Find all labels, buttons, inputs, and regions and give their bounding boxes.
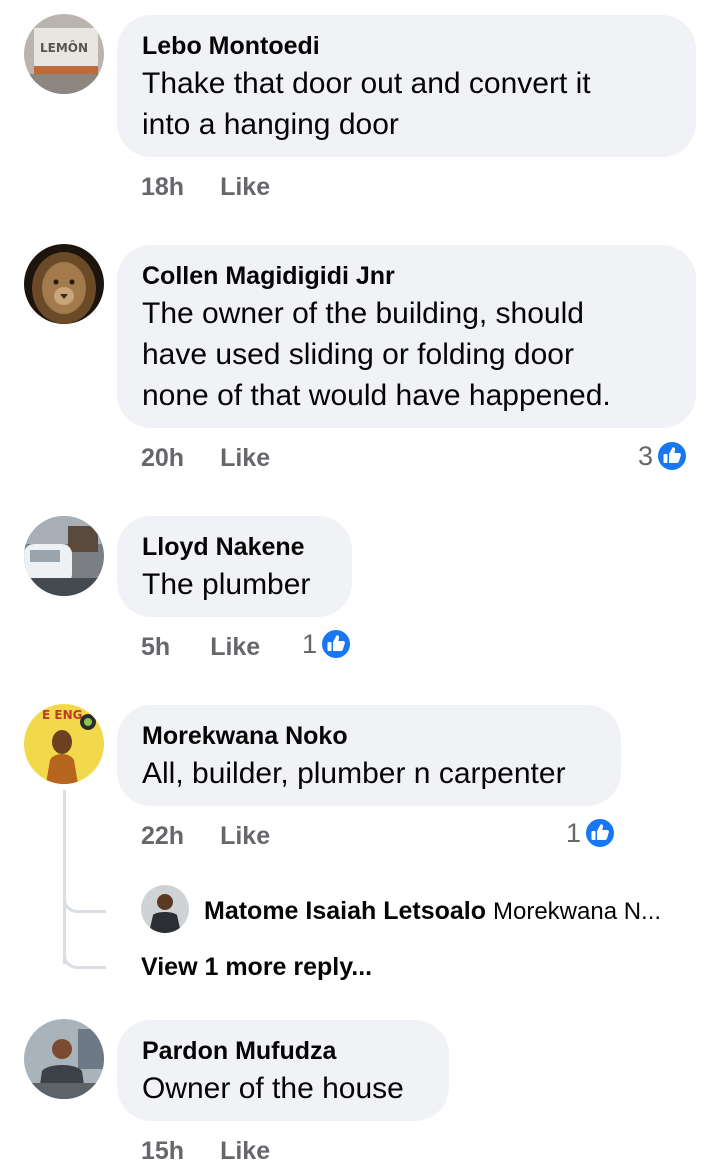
like-button[interactable]: Like xyxy=(220,444,270,472)
reply-thread-branch xyxy=(63,936,106,969)
comment-bubble: Collen Magidigidi Jnr The owner of the b… xyxy=(117,245,696,428)
comment-timestamp[interactable]: 5h xyxy=(141,633,170,661)
reaction-count[interactable]: 3 xyxy=(638,440,689,472)
comment-text-line: into a hanging door xyxy=(142,108,399,141)
comment-meta: 5h Like xyxy=(141,632,260,662)
like-button[interactable]: Like xyxy=(210,633,260,661)
avatar-person-desk-image xyxy=(24,1019,104,1099)
reply-thread-branch xyxy=(63,880,106,913)
comment-bubble: Morekwana Noko All, builder, plumber n c… xyxy=(117,705,621,806)
avatar[interactable] xyxy=(24,516,104,596)
comment-meta: 20h Like xyxy=(141,443,270,473)
comment-author[interactable]: Lebo Montoedi xyxy=(142,29,671,63)
comment-author[interactable]: Morekwana Noko xyxy=(142,719,596,753)
reply-avatar[interactable] xyxy=(141,885,189,933)
view-more-replies-link[interactable]: View 1 more reply... xyxy=(141,951,372,983)
comment-text-line: The owner of the building, should xyxy=(142,297,584,330)
avatar-person-image xyxy=(141,885,189,933)
thumbs-up-reaction-icon xyxy=(656,440,689,472)
thumbs-up-reaction-icon xyxy=(320,628,353,660)
comment-text-line: have used sliding or folding door xyxy=(142,338,574,371)
avatar[interactable] xyxy=(24,1019,104,1099)
comment-text-line: Owner of the house xyxy=(142,1072,404,1105)
avatar[interactable]: E ENG xyxy=(24,704,104,784)
reply-author[interactable]: Matome Isaiah Letsoalo xyxy=(204,897,486,925)
comment-bubble: Lebo Montoedi Thake that door out and co… xyxy=(117,15,696,157)
like-button[interactable]: Like xyxy=(220,1137,270,1165)
avatar-car-image xyxy=(24,516,104,596)
comment-meta: 15h Like xyxy=(141,1136,270,1166)
comment-text-line: none of that would have happened. xyxy=(142,379,611,412)
reaction-count[interactable]: 1 xyxy=(566,817,617,849)
reaction-number: 1 xyxy=(566,817,582,848)
avatar-badge-text: E ENG xyxy=(42,708,82,722)
reply-snippet: Morekwana N... xyxy=(492,898,662,925)
thumbs-up-reaction-icon xyxy=(584,817,617,849)
avatar[interactable] xyxy=(24,244,104,324)
comment-author[interactable]: Pardon Mufudza xyxy=(142,1034,424,1068)
comment-bubble: Lloyd Nakene The plumber xyxy=(117,516,352,617)
comment-meta: 18h Like xyxy=(141,172,270,202)
like-button[interactable]: Like xyxy=(220,173,270,201)
reply-preview[interactable]: Matome Isaiah Letsoalo Morekwana N... xyxy=(204,895,661,928)
avatar-sign-text: LEMÔN xyxy=(40,40,88,55)
comment-meta: 22h Like xyxy=(141,821,270,851)
avatar-lion-image xyxy=(24,244,104,324)
avatar-lemon-sign-image: LEMÔN xyxy=(24,14,104,94)
comment-text-line: All, builder, plumber n carpenter xyxy=(142,757,566,790)
reaction-number: 1 xyxy=(302,628,318,659)
comment-author[interactable]: Lloyd Nakene xyxy=(142,530,327,564)
comment-text-line: The plumber xyxy=(142,568,311,601)
comment-timestamp[interactable]: 20h xyxy=(141,444,184,472)
comment-author[interactable]: Collen Magidigidi Jnr xyxy=(142,259,671,293)
avatar[interactable]: LEMÔN xyxy=(24,14,104,94)
like-button[interactable]: Like xyxy=(220,822,270,850)
reaction-count[interactable]: 1 xyxy=(302,628,353,660)
avatar-illustration-image: E ENG xyxy=(24,704,104,784)
comment-timestamp[interactable]: 22h xyxy=(141,822,184,850)
comment-text-line: Thake that door out and convert it xyxy=(142,67,591,100)
comment-bubble: Pardon Mufudza Owner of the house xyxy=(117,1020,449,1121)
reaction-number: 3 xyxy=(638,440,654,471)
comment-timestamp[interactable]: 18h xyxy=(141,173,184,201)
comment-timestamp[interactable]: 15h xyxy=(141,1137,184,1165)
